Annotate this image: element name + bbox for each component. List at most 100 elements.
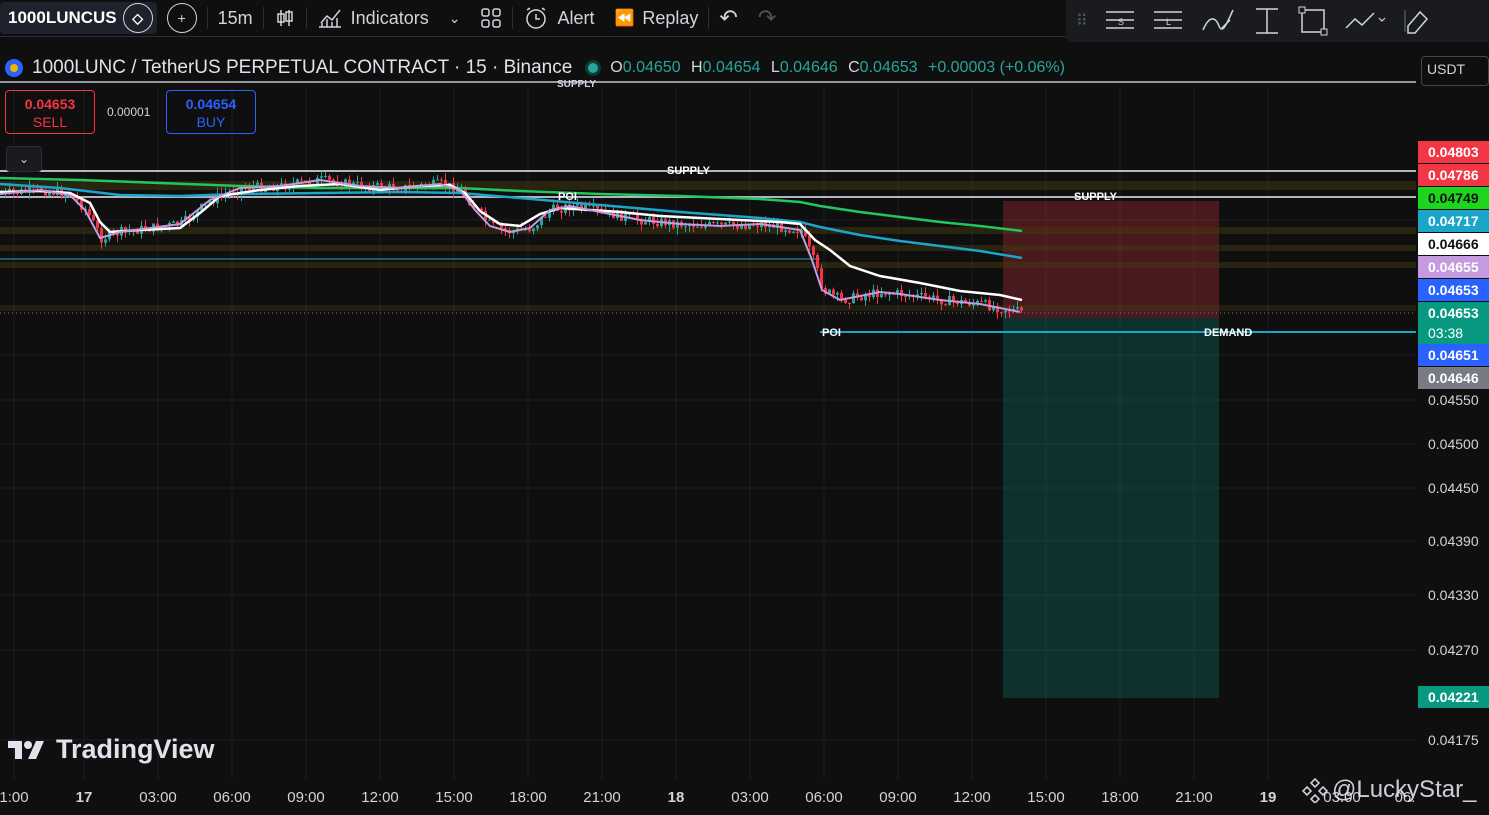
- price-axis-label: 0.04550: [1428, 392, 1479, 408]
- price-tag: 0.04651: [1418, 344, 1489, 366]
- sell-button[interactable]: 0.04653 SELL: [5, 90, 95, 134]
- candle-body: [320, 176, 323, 178]
- time-axis-label: 19: [1259, 789, 1277, 806]
- price-tag: 0.04653: [1418, 279, 1489, 301]
- candle-body: [980, 300, 983, 302]
- ma-line-white[interactable]: [0, 182, 1023, 302]
- ohlc-values: O0.04650 H0.04654 L0.04646 C0.04653 +0.0…: [610, 59, 1065, 76]
- candle-body: [756, 225, 759, 228]
- candle-body: [812, 246, 815, 256]
- time-axis-label: 15:00: [435, 789, 473, 806]
- candle-body: [104, 239, 107, 243]
- candle-body: [784, 230, 787, 232]
- candle-body: [944, 304, 947, 306]
- market-status-icon: [588, 63, 599, 73]
- tradingview-logo[interactable]: TradingView: [8, 734, 215, 765]
- candle-body: [952, 295, 955, 301]
- binance-logo-icon: [1302, 777, 1328, 803]
- candle-body: [532, 228, 535, 232]
- stop-loss-zone[interactable]: [1003, 201, 1219, 318]
- price-tag: 0.04221: [1418, 686, 1489, 708]
- candle-body: [696, 226, 699, 228]
- watermark-text: @LuckyStar_: [1332, 776, 1477, 803]
- time-axis-label: 21:00: [583, 789, 621, 806]
- coin-icon: [5, 59, 23, 77]
- poi-label: POI: [822, 327, 841, 339]
- buy-button[interactable]: 0.04654 BUY: [166, 90, 256, 134]
- supply-zone: [0, 245, 1416, 251]
- candle-body: [100, 228, 103, 243]
- buy-price: 0.04654: [185, 96, 237, 112]
- time-axis-label: 15:00: [1027, 789, 1065, 806]
- candle-body: [324, 175, 327, 177]
- time-axis-label: 12:00: [953, 789, 991, 806]
- candle-body: [836, 292, 839, 295]
- supply-zone: [0, 227, 1416, 234]
- candle-body: [1000, 312, 1003, 314]
- price-tag: 0.04653: [1418, 302, 1489, 324]
- candle-body: [868, 295, 871, 298]
- candle-body: [684, 226, 687, 228]
- sell-price: 0.04653: [24, 96, 76, 112]
- demand-label: DEMAND: [1204, 327, 1252, 339]
- price-tag: 0.04717: [1418, 210, 1489, 232]
- currency-label: USDT: [1427, 61, 1466, 77]
- candle-body: [792, 231, 795, 233]
- price-axis-label: 0.04270: [1428, 642, 1479, 658]
- candle-body: [788, 230, 791, 233]
- candle-body: [816, 255, 819, 269]
- candle-body: [724, 222, 727, 225]
- candle-body: [88, 208, 91, 216]
- price-tag: 0.04786: [1418, 164, 1489, 186]
- candle-body: [92, 215, 95, 221]
- candle-body: [488, 219, 491, 221]
- time-axis-label: 03:00: [731, 789, 769, 806]
- candle-body: [436, 179, 439, 181]
- candle-body: [440, 179, 443, 181]
- candle-body: [720, 222, 723, 225]
- time-axis-label: 1:00: [0, 789, 29, 806]
- candle-body: [644, 222, 647, 225]
- time-axis-label: 06:00: [213, 789, 251, 806]
- buy-label: BUY: [196, 114, 226, 130]
- candle-body: [1004, 310, 1007, 313]
- collapse-legend-button[interactable]: ⌄: [6, 146, 42, 172]
- candle-body: [860, 297, 863, 301]
- chevron-down-icon: ⌄: [18, 152, 30, 166]
- candle-body: [248, 188, 251, 191]
- take-profit-zone[interactable]: [1003, 318, 1219, 698]
- candle-body: [832, 289, 835, 295]
- poi-label: POI: [558, 191, 577, 203]
- watermark: @LuckyStar_: [1302, 776, 1476, 804]
- time-axis-label: 03:00: [139, 789, 177, 806]
- sell-label: SELL: [32, 114, 68, 130]
- candle-body: [880, 293, 883, 298]
- candle-body: [300, 179, 303, 181]
- candle-body: [712, 221, 715, 224]
- tradingview-logo-text: TradingView: [56, 734, 215, 764]
- price-tag: 0.04646: [1418, 367, 1489, 389]
- currency-select[interactable]: USDT: [1421, 56, 1489, 86]
- price-axis-label: 0.04390: [1428, 533, 1479, 549]
- time-axis-label: 18:00: [509, 789, 547, 806]
- demand-zone: [0, 305, 1416, 311]
- time-axis-label: 18:00: [1101, 789, 1139, 806]
- candle-body: [172, 221, 175, 223]
- candle-body: [1020, 307, 1023, 311]
- candle-body: [924, 292, 927, 297]
- price-axis-label: 0.04500: [1428, 436, 1479, 452]
- candle-body: [1016, 307, 1019, 309]
- tradingview-logo-icon: [8, 740, 44, 759]
- time-axis-label: 06:00: [805, 789, 843, 806]
- symbol-title[interactable]: 1000LUNC / TetherUS PERPETUAL CONTRACT ·…: [32, 57, 572, 79]
- candle-body: [328, 175, 331, 180]
- time-axis-label: 12:00: [361, 789, 399, 806]
- candle-body: [656, 223, 659, 227]
- symbol-legend: 1000LUNC / TetherUS PERPETUAL CONTRACT ·…: [4, 56, 1065, 80]
- candle-body: [848, 302, 851, 304]
- supply-zone: [0, 262, 1416, 268]
- candle-body: [560, 210, 563, 213]
- countdown-tag: 03:38: [1418, 322, 1489, 344]
- candle-body: [528, 229, 531, 232]
- candle-body: [920, 292, 923, 295]
